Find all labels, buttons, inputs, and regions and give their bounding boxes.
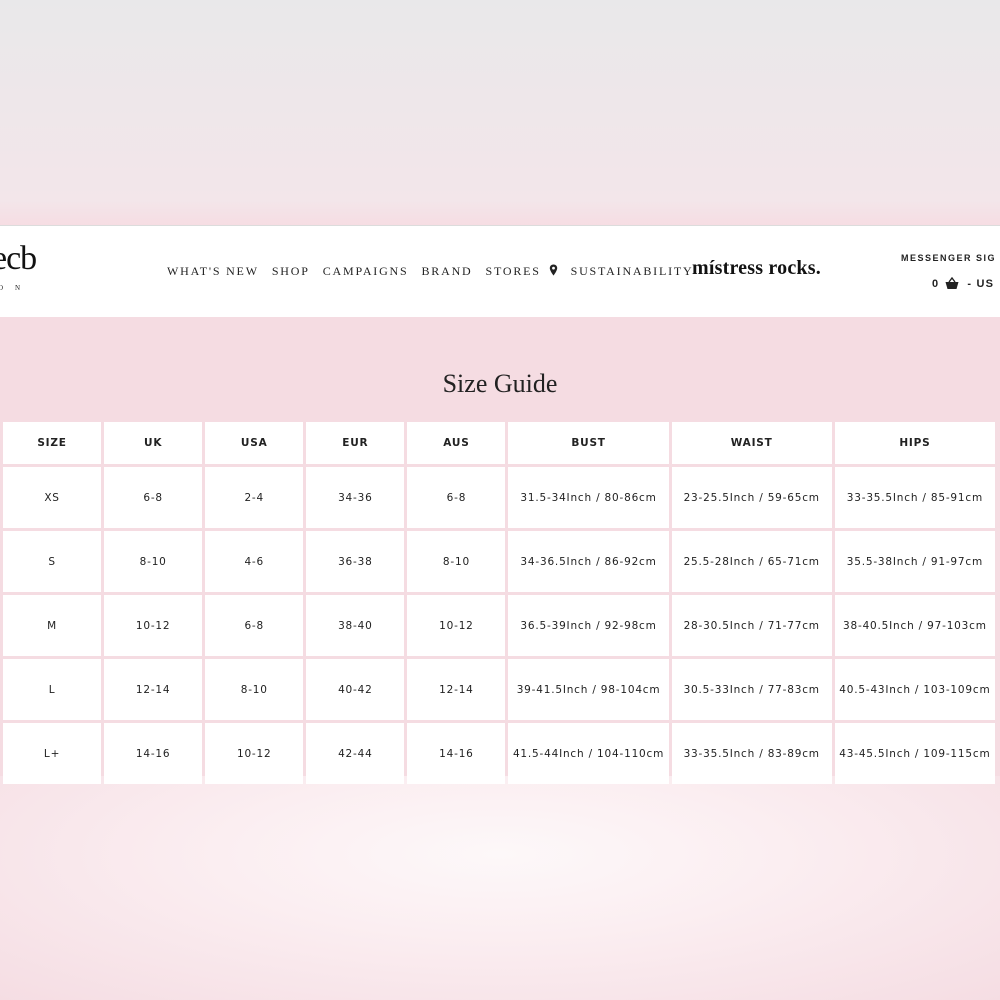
table-cell: 12-14 [104, 659, 203, 720]
cart[interactable]: 0 - US [932, 277, 994, 290]
column-header-waist: WAIST [671, 422, 832, 464]
main-nav: WHAT'S NEW SHOP CAMPAIGNS BRAND STORES S… [167, 264, 707, 279]
currency-selector[interactable]: - US [967, 278, 994, 290]
table-cell: 4-6 [205, 531, 304, 592]
table-cell: 41.5-44Inch / 104-110cm [508, 723, 669, 784]
column-header-bust: BUST [508, 422, 669, 464]
table-row: L+ 14-16 10-12 42-44 14-16 41.5-44Inch /… [3, 723, 995, 784]
page-title: Size Guide [442, 369, 558, 398]
table-cell: 42-44 [306, 723, 405, 784]
table-cell: 8-10 [205, 659, 304, 720]
table-cell: 40-42 [306, 659, 405, 720]
table-cell: 39-41.5Inch / 98-104cm [508, 659, 669, 720]
table-cell: L [3, 659, 102, 720]
column-header-aus: AUS [407, 422, 506, 464]
table-cell: 36-38 [306, 531, 405, 592]
nav-stores-label: STORES [485, 264, 541, 278]
nav-sustainability[interactable]: SUSTAINABILITY [571, 264, 694, 279]
table-cell: XS [3, 467, 102, 528]
table-cell: 33-35.5Inch / 83-89cm [671, 723, 832, 784]
table-cell: 28-30.5Inch / 71-77cm [671, 595, 832, 656]
table-cell: 34-36 [306, 467, 405, 528]
table-cell: 23-25.5Inch / 59-65cm [671, 467, 832, 528]
table-cell: 10-12 [407, 595, 506, 656]
table-cell: 10-12 [104, 595, 203, 656]
site-logo[interactable]: ecb [0, 242, 37, 276]
nav-campaigns[interactable]: CAMPAIGNS [323, 264, 409, 279]
table-cell: 33-35.5Inch / 85-91cm [834, 467, 995, 528]
table-row: M 10-12 6-8 38-40 10-12 36.5-39Inch / 92… [3, 595, 995, 656]
location-pin-icon [549, 264, 557, 276]
nav-shop[interactable]: SHOP [272, 264, 310, 279]
table-cell: 6-8 [407, 467, 506, 528]
nav-brand[interactable]: BRAND [422, 264, 473, 279]
table-cell: 38-40 [306, 595, 405, 656]
table-cell: M [3, 595, 102, 656]
table-cell: 14-16 [407, 723, 506, 784]
table-cell: 2-4 [205, 467, 304, 528]
table-cell: 12-14 [407, 659, 506, 720]
table-cell: 10-12 [205, 723, 304, 784]
column-header-usa: USA [205, 422, 304, 464]
messenger-link[interactable]: MESSENGER SIG [901, 253, 996, 263]
background-glow [0, 776, 1000, 1000]
column-header-uk: UK [104, 422, 203, 464]
table-cell: 8-10 [104, 531, 203, 592]
mistress-rocks-link[interactable]: místress rocks. [692, 257, 821, 280]
table-header-row: SIZE UK USA EUR AUS BUST WAIST HIPS [3, 422, 995, 464]
column-header-hips: HIPS [834, 422, 995, 464]
table-cell: 34-36.5Inch / 86-92cm [508, 531, 669, 592]
table-cell: 25.5-28Inch / 65-71cm [671, 531, 832, 592]
cart-count: 0 [932, 277, 940, 290]
size-guide-section: Size Guide SIZE UK USA EUR AUS BUST WAIS… [0, 317, 1000, 784]
logo-subtext: ON [0, 284, 33, 292]
nav-stores[interactable]: STORES [486, 264, 558, 279]
table-cell: 40.5-43Inch / 103-109cm [834, 659, 995, 720]
column-header-size: SIZE [3, 422, 102, 464]
table-cell: 36.5-39Inch / 92-98cm [508, 595, 669, 656]
column-header-eur: EUR [306, 422, 405, 464]
table-row: XS 6-8 2-4 34-36 6-8 31.5-34Inch / 80-86… [3, 467, 995, 528]
table-row: L 12-14 8-10 40-42 12-14 39-41.5Inch / 9… [3, 659, 995, 720]
table-cell: 38-40.5Inch / 97-103cm [834, 595, 995, 656]
table-cell: 35.5-38Inch / 91-97cm [834, 531, 995, 592]
table-cell: 31.5-34Inch / 80-86cm [508, 467, 669, 528]
table-row: S 8-10 4-6 36-38 8-10 34-36.5Inch / 86-9… [3, 531, 995, 592]
table-cell: L+ [3, 723, 102, 784]
size-guide-table: SIZE UK USA EUR AUS BUST WAIST HIPS XS 6… [0, 419, 998, 787]
site-header: ecb ON WHAT'S NEW SHOP CAMPAIGNS BRAND S… [0, 225, 1000, 318]
table-cell: 6-8 [205, 595, 304, 656]
table-cell: 30.5-33Inch / 77-83cm [671, 659, 832, 720]
table-cell: S [3, 531, 102, 592]
table-cell: 43-45.5Inch / 109-115cm [834, 723, 995, 784]
table-cell: 14-16 [104, 723, 203, 784]
shopping-basket-icon [945, 277, 959, 289]
table-cell: 8-10 [407, 531, 506, 592]
table-cell: 6-8 [104, 467, 203, 528]
nav-whats-new[interactable]: WHAT'S NEW [167, 264, 259, 279]
